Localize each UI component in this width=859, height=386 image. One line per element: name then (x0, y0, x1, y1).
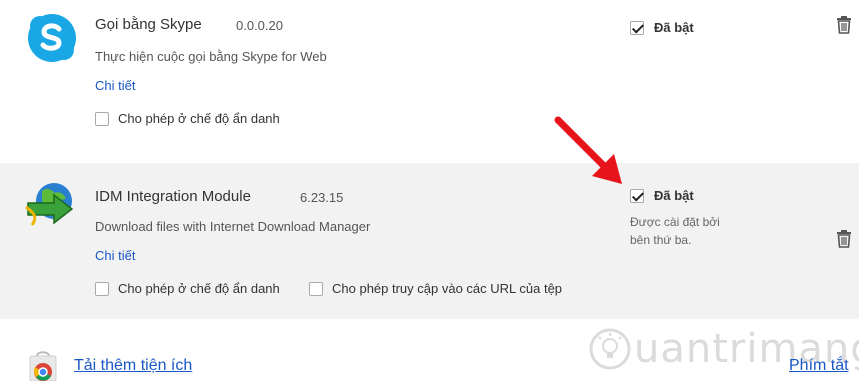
extension-name: Gọi bằng Skype (95, 16, 202, 33)
extension-version: 0.0.0.20 (236, 18, 283, 33)
keyboard-shortcuts-link[interactable]: Phím tắt (789, 357, 849, 375)
extension-description: Download files with Internet Download Ma… (95, 219, 371, 234)
skype-icon (26, 12, 78, 69)
file-url-access-option[interactable]: Cho phép truy cập vào các URL của tệp (309, 281, 562, 296)
details-link[interactable]: Chi tiết (95, 248, 135, 263)
third-party-note: Được cài đặt bởi bên thứ ba. (630, 213, 720, 249)
extension-item-idm: IDM Integration Module 6.23.15 Download … (0, 163, 859, 319)
details-link[interactable]: Chi tiết (95, 78, 135, 93)
third-party-note-line: Được cài đặt bởi (630, 215, 720, 229)
enabled-checkbox[interactable] (630, 188, 644, 203)
incognito-option[interactable]: Cho phép ở chế độ ẩn danh (95, 281, 280, 296)
incognito-checkbox[interactable] (95, 111, 109, 126)
enabled-checkbox[interactable] (630, 20, 644, 35)
extension-version: 6.23.15 (300, 190, 344, 205)
enabled-toggle[interactable]: Đã bật (630, 20, 694, 35)
enabled-toggle[interactable]: Đã bật (630, 188, 694, 203)
incognito-option[interactable]: Cho phép ở chế độ ẩn danh (95, 111, 280, 126)
trash-icon[interactable] (836, 230, 852, 253)
get-more-extensions-link[interactable]: Tải thêm tiện ích (74, 357, 192, 375)
file-url-access-checkbox[interactable] (309, 281, 323, 296)
lightbulb-logo-icon (589, 328, 631, 370)
idm-icon (24, 177, 80, 236)
incognito-checkbox[interactable] (95, 281, 109, 296)
red-arrow-annotation (548, 110, 628, 195)
extension-description: Thực hiện cuộc gọi bằng Skype for Web (95, 49, 327, 64)
file-url-access-label: Cho phép truy cập vào các URL của tệp (332, 281, 563, 296)
trash-icon[interactable] (836, 16, 852, 39)
incognito-option-label: Cho phép ở chế độ ẩn danh (118, 281, 280, 296)
enabled-label: Đã bật (654, 20, 694, 35)
incognito-option-label: Cho phép ở chế độ ẩn danh (118, 111, 280, 126)
enabled-label: Đã bật (654, 188, 694, 203)
extension-name: IDM Integration Module (95, 188, 251, 205)
third-party-note-line: bên thứ ba. (630, 233, 692, 247)
extension-item-skype: Gọi bằng Skype 0.0.0.20 Thực hiện cuộc g… (0, 0, 859, 150)
